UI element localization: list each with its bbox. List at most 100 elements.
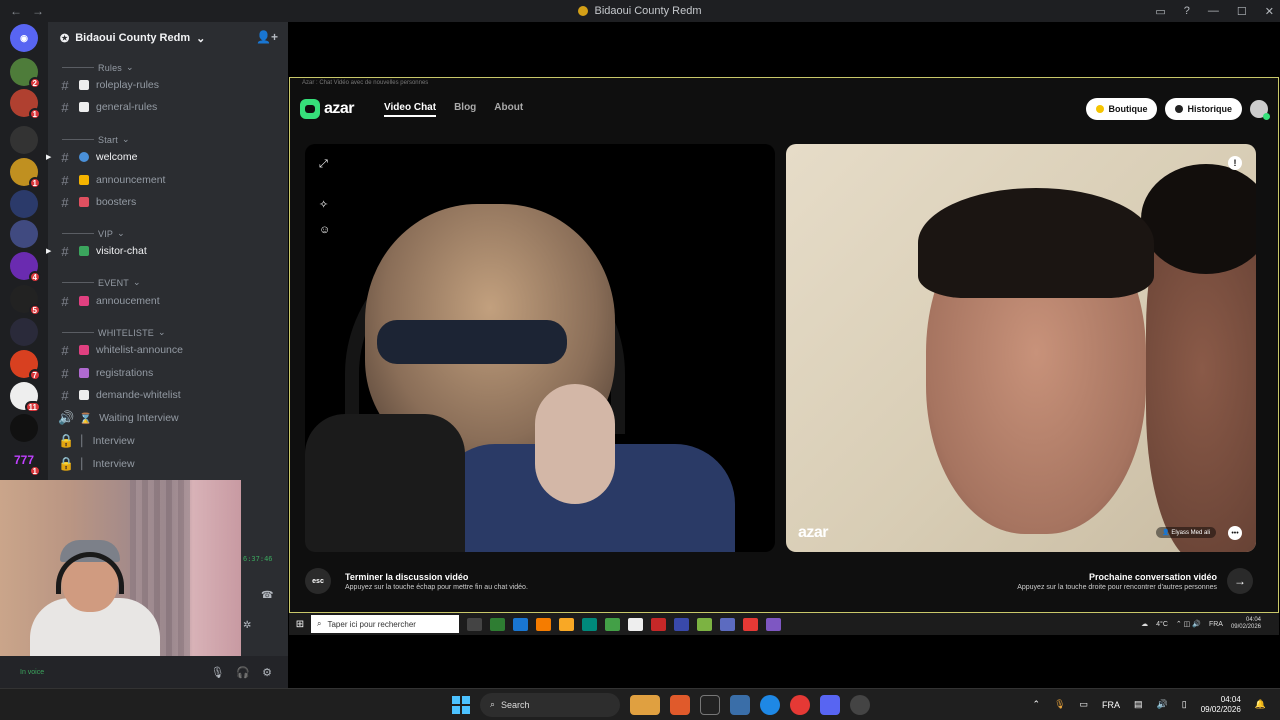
channel-whitelist-announce[interactable]: # whitelist-announce	[58, 340, 284, 360]
photos-icon[interactable]	[730, 694, 750, 715]
channel-registrations[interactable]: # registrations	[58, 363, 284, 383]
inner-clock[interactable]: 04:04 09/02/2026	[1231, 617, 1261, 631]
app-icon[interactable]	[697, 617, 712, 631]
disconnect-icon[interactable]: ☎	[261, 590, 273, 601]
windows-start-icon[interactable]	[452, 695, 470, 714]
server-icon[interactable]	[10, 318, 38, 346]
file-icon[interactable]	[628, 617, 643, 631]
settings-icon[interactable]: ✲	[243, 620, 251, 631]
server-icon[interactable]: 777 1	[10, 446, 41, 477]
back-arrow-icon[interactable]: ←	[10, 4, 22, 18]
app-icon[interactable]	[582, 617, 597, 631]
server-icon[interactable]	[10, 126, 38, 154]
next-chat-subtitle: Appuyez sur la touche droite pour rencon…	[1017, 583, 1217, 591]
minimize-button[interactable]: —	[1208, 5, 1219, 17]
voice-channel-interview[interactable]: 🔒 │ Interview	[58, 454, 284, 474]
category-vip[interactable]: VIP ⌄	[62, 228, 125, 239]
microphone-icon[interactable]: 🎙	[210, 666, 224, 679]
inbox-icon[interactable]: ▭	[1155, 5, 1165, 18]
server-icon[interactable]	[10, 414, 38, 442]
edge-icon[interactable]	[513, 617, 528, 631]
forward-arrow-icon[interactable]: →	[32, 4, 44, 18]
voice-channel-waiting-interview[interactable]: 🔊 ⌛ Waiting Interview	[58, 408, 284, 428]
server-icon[interactable]: 4	[10, 252, 41, 283]
nav-about[interactable]: About	[494, 102, 523, 117]
azar-logo[interactable]: azar	[300, 99, 355, 119]
help-icon[interactable]: ?	[1184, 5, 1190, 17]
expand-icon[interactable]: ⤢	[319, 158, 328, 171]
headphones-icon[interactable]: 🎧	[236, 666, 250, 679]
language-indicator[interactable]: FRA	[1102, 700, 1120, 710]
server-icon[interactable]: 1	[10, 158, 41, 189]
sticker-icon[interactable]: ☺	[319, 224, 330, 236]
chevron-up-icon[interactable]: ⌃	[1033, 699, 1041, 710]
gear-icon[interactable]: ⚙	[262, 666, 272, 679]
app-icon[interactable]	[674, 617, 689, 631]
discord-icon[interactable]	[820, 694, 840, 715]
taskbar-search[interactable]: ⌕ Search	[480, 692, 620, 717]
microphone-icon[interactable]: 🎙	[1054, 699, 1065, 710]
photoshop-icon[interactable]	[720, 617, 735, 631]
news-widget-icon[interactable]	[630, 694, 660, 715]
nav-video-chat[interactable]: Video Chat	[384, 102, 437, 117]
azar-watermark: azar	[798, 524, 829, 541]
chrome-icon[interactable]	[790, 694, 810, 715]
spotify-icon[interactable]	[605, 617, 620, 631]
app-icon[interactable]	[536, 617, 551, 631]
edge-icon[interactable]	[760, 694, 780, 715]
chat-bubble-icon[interactable]: •••	[1228, 526, 1242, 540]
channel-welcome[interactable]: ▶ # welcome	[46, 147, 284, 167]
category-start[interactable]: Start ⌄	[62, 134, 130, 145]
app-icon[interactable]	[700, 694, 720, 715]
app-icon[interactable]	[850, 694, 870, 715]
tray-icons[interactable]: ⌃ ◫ 🔊	[1176, 620, 1201, 628]
close-button[interactable]: ✕	[1265, 5, 1274, 18]
invite-people-icon[interactable]: 👤+	[256, 30, 278, 44]
profile-avatar[interactable]	[1250, 100, 1270, 120]
server-icon[interactable]	[10, 220, 38, 248]
category-whiteliste[interactable]: WHITELISTE ⌄	[62, 327, 166, 338]
battery-icon[interactable]: ▯	[1182, 699, 1187, 710]
channel-general-rules[interactable]: # general-rules	[58, 97, 284, 117]
voice-channel-interview[interactable]: 🔒 │ Interview	[58, 431, 284, 451]
server-icon[interactable]: 11	[10, 382, 41, 413]
channel-demande-whitelist[interactable]: # demande-whitelist	[58, 385, 284, 405]
task-view-icon[interactable]	[467, 617, 482, 631]
channel-roleplay-rules[interactable]: # roleplay-rules	[58, 75, 284, 95]
channel-visitor-chat[interactable]: ▶ # visitor-chat	[46, 241, 284, 261]
whatsapp-icon[interactable]	[490, 617, 505, 631]
display-icon[interactable]: ▭	[1080, 699, 1089, 710]
discord-icon[interactable]	[766, 617, 781, 631]
chrome-icon[interactable]	[743, 617, 758, 631]
channel-announcement[interactable]: # announcement	[58, 170, 284, 190]
inner-search-box[interactable]: ⌕ Taper ici pour rechercher	[311, 615, 459, 633]
network-icon[interactable]: ▤	[1134, 699, 1143, 710]
channel-sidebar: ✪ Bidaoui County Redm ⌄ 👤+ Rules ⌄ # rolep…	[46, 22, 288, 480]
boutique-button[interactable]: Boutique	[1086, 98, 1158, 120]
channel-annoucement[interactable]: # annoucement	[58, 291, 284, 311]
clock[interactable]: 04:04 09/02/2026	[1201, 695, 1241, 715]
windows-start-icon[interactable]: ⊞	[289, 619, 311, 630]
volume-icon[interactable]: 🔊	[1157, 699, 1168, 710]
notification-bell-icon[interactable]: 🔔	[1255, 699, 1266, 710]
channel-boosters[interactable]: # boosters	[58, 192, 284, 212]
server-icon[interactable]: 2	[10, 58, 41, 89]
next-arrow-button[interactable]: →	[1227, 568, 1253, 594]
app-icon[interactable]	[670, 694, 690, 715]
server-icon[interactable]: 5	[10, 285, 41, 316]
app-icon[interactable]	[651, 617, 666, 631]
app-icon[interactable]	[559, 617, 574, 631]
server-icon[interactable]: 7	[10, 350, 41, 381]
discord-home-icon[interactable]: ◉	[10, 24, 38, 52]
server-header[interactable]: ✪ Bidaoui County Redm ⌄ 👤+	[48, 22, 288, 54]
category-event[interactable]: EVENT ⌄	[62, 277, 141, 288]
historique-button[interactable]: Historique	[1165, 98, 1242, 120]
magic-wand-icon[interactable]: ✧	[319, 198, 328, 211]
nav-blog[interactable]: Blog	[454, 102, 476, 117]
category-rules[interactable]: Rules ⌄	[62, 62, 134, 73]
server-icon[interactable]	[10, 190, 38, 218]
server-icon[interactable]: 1	[10, 89, 41, 120]
esc-button[interactable]: esc	[305, 568, 331, 594]
maximize-button[interactable]: ☐	[1237, 5, 1247, 18]
report-icon[interactable]: !	[1228, 156, 1242, 170]
